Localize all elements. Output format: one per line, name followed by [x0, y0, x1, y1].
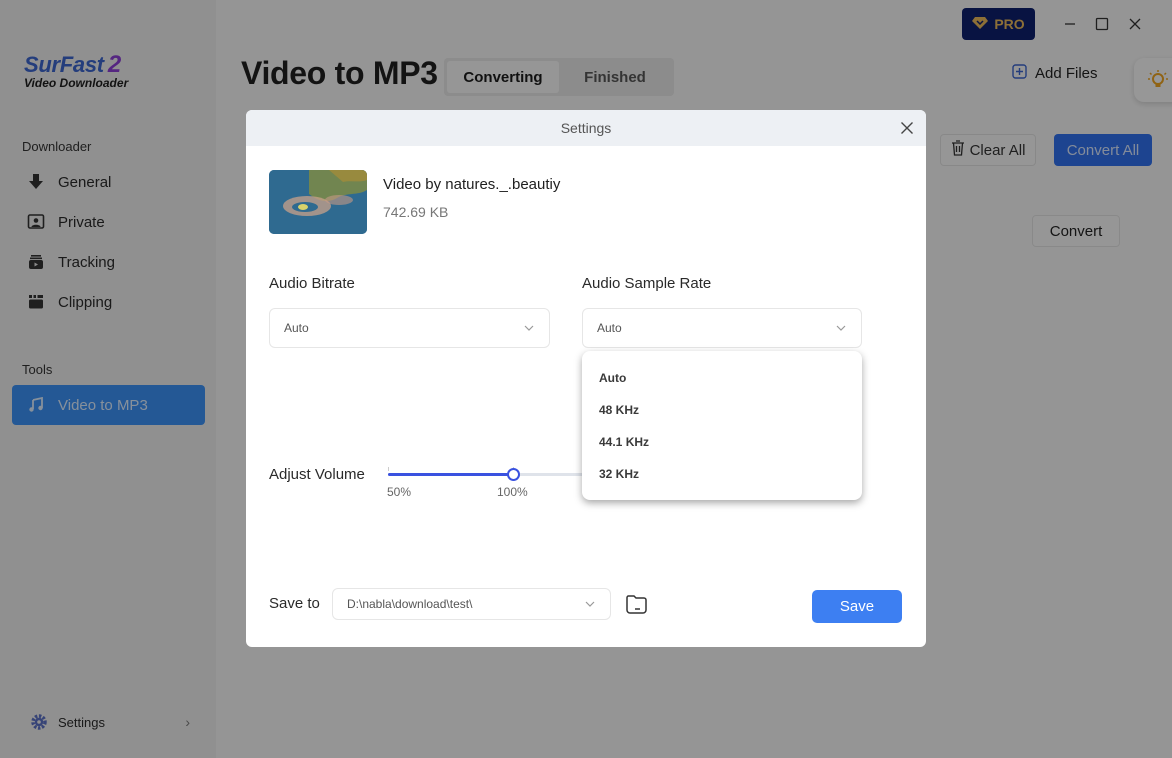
audio-sample-rate-select[interactable]: Auto	[582, 308, 862, 348]
folder-icon	[626, 595, 647, 614]
save-path-select[interactable]: D:\nabla\download\test\	[332, 588, 611, 620]
slider-fill	[388, 473, 513, 476]
adjust-volume-label: Adjust Volume	[269, 466, 365, 483]
sample-rate-dropdown-menu: Auto 48 KHz 44.1 KHz 32 KHz	[582, 351, 862, 500]
audio-bitrate-select[interactable]: Auto	[269, 308, 550, 348]
audio-sample-rate-label: Audio Sample Rate	[582, 275, 712, 292]
settings-dialog: Settings Video by natures._.beautiy 742.…	[246, 110, 926, 647]
file-size: 742.69 KB	[383, 204, 449, 220]
browse-folder-button[interactable]	[624, 591, 650, 617]
chevron-down-icon	[835, 322, 847, 334]
volume-tick-label-100: 100%	[497, 485, 528, 499]
dialog-header: Settings	[246, 110, 926, 146]
audio-bitrate-value: Auto	[284, 321, 309, 335]
chevron-down-icon	[523, 322, 535, 334]
file-name: Video by natures._.beautiy	[383, 176, 561, 193]
volume-tick-label-50: 50%	[387, 485, 412, 499]
audio-sample-rate-value: Auto	[597, 321, 622, 335]
dropdown-option-44-1khz[interactable]: 44.1 KHz	[582, 426, 862, 458]
slider-tick	[388, 467, 389, 471]
dialog-close-button[interactable]	[898, 119, 916, 137]
close-icon	[901, 122, 913, 134]
dropdown-option-auto[interactable]: Auto	[582, 362, 862, 394]
dropdown-option-48khz[interactable]: 48 KHz	[582, 394, 862, 426]
save-to-label: Save to	[269, 595, 320, 612]
video-thumbnail	[269, 170, 367, 234]
save-path-value: D:\nabla\download\test\	[347, 597, 473, 611]
chevron-down-icon	[584, 598, 596, 610]
audio-bitrate-label: Audio Bitrate	[269, 275, 355, 292]
dialog-title: Settings	[560, 120, 612, 136]
slider-thumb[interactable]	[507, 468, 520, 481]
save-button[interactable]: Save	[812, 590, 902, 623]
dropdown-option-32khz[interactable]: 32 KHz	[582, 458, 862, 490]
